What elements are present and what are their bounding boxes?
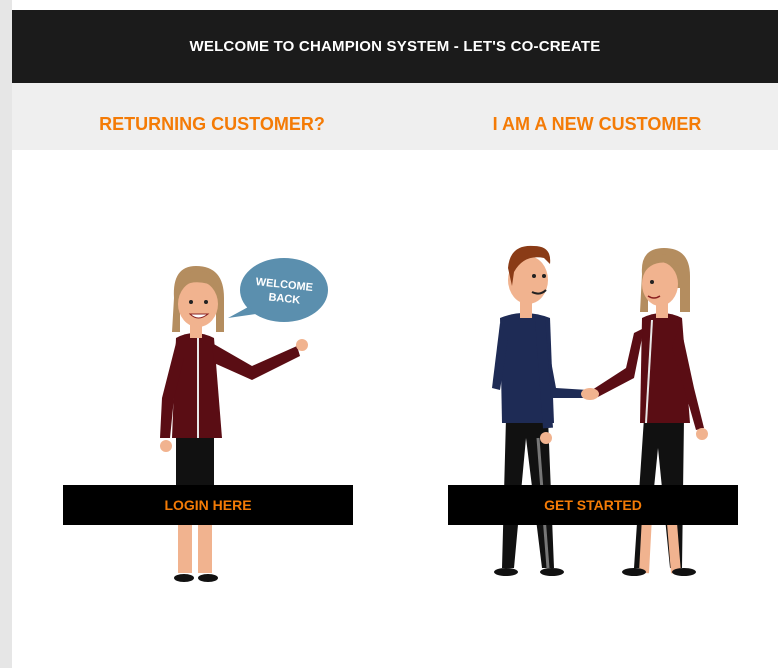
page-title: WELCOME TO CHAMPION SYSTEM - LET'S CO-CR… <box>189 38 601 55</box>
handshake-illustration <box>492 245 708 576</box>
login-here-label: LOGIN HERE <box>164 497 252 513</box>
left-edge <box>0 0 12 668</box>
speech-bubble: WELCOME BACK <box>228 258 328 322</box>
get-started-button[interactable]: GET STARTED <box>448 485 738 525</box>
get-started-label: GET STARTED <box>544 497 642 513</box>
new-customer-heading: I AM A NEW CUSTOMER <box>492 114 702 134</box>
page-header: WELCOME TO CHAMPION SYSTEM - LET'S CO-CR… <box>12 10 778 83</box>
login-here-button[interactable]: LOGIN HERE <box>63 485 353 525</box>
welcome-back-illustration: WELCOME BACK <box>160 258 328 582</box>
welcome-panel: WELCOME TO CHAMPION SYSTEM - LET'S CO-CR… <box>12 10 778 668</box>
returning-customer-heading: RETURNING CUSTOMER? <box>99 114 325 134</box>
